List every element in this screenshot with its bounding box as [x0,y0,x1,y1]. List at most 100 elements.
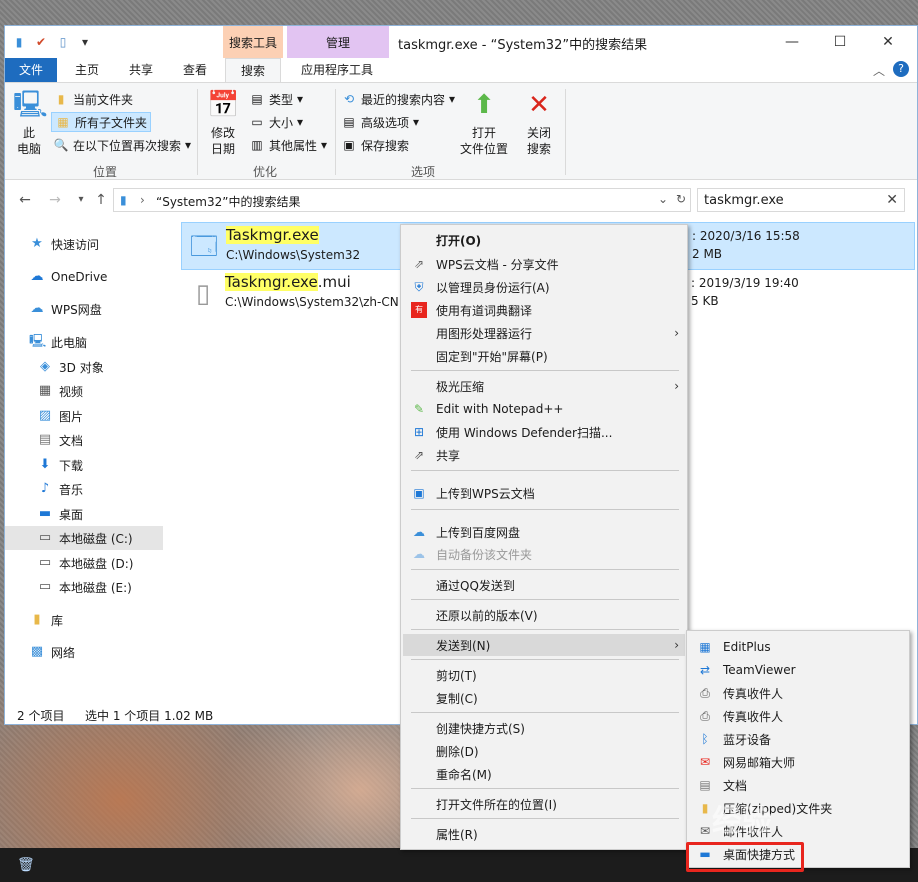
submenu-label: 蓝牙设备 [723,732,772,747]
nav-documents[interactable]: ▤ 文档 [37,428,83,452]
menu-rename[interactable]: 重命名(M) [403,763,685,785]
menu-share[interactable]: ⇗ 共享 [403,444,685,466]
kind-button[interactable]: ▤ 类型 ▾ [249,89,303,109]
menu-defender-scan[interactable]: ⊞ 使用 Windows Defender扫描... [403,421,685,443]
menu-wps-share[interactable]: ⇗ WPS云文档 - 分享文件 [403,253,685,275]
menu-send-qq[interactable]: 通过QQ发送到 [403,574,685,596]
nav-this-pc[interactable]: 🖳 此电脑 [29,330,87,354]
menu-auto-backup[interactable]: ☁ 自动备份该文件夹 [403,543,685,565]
nav-videos[interactable]: ▦ 视频 [37,379,83,403]
menu-youdao-translate[interactable]: 有使用有道词典翻译 [403,299,685,321]
menu-pin-start[interactable]: 固定到"开始"屏幕(P) [403,345,685,367]
menu-label: Edit with Notepad++ [436,402,564,416]
forward-arrow-icon[interactable]: → [47,192,63,208]
nav-desktop[interactable]: ▬ 桌面 [37,502,83,526]
properties-icon[interactable]: ✔ [33,34,49,50]
nav-3d-objects[interactable]: ◈ 3D 对象 [37,355,104,379]
clear-search-icon[interactable]: ✕ [886,192,898,208]
other-properties-button[interactable]: ▥ 其他属性 ▾ [249,135,327,155]
tab-search[interactable]: 搜索 [225,58,281,82]
nav-disk-d[interactable]: ▭ 本地磁盘 (D:) [37,551,134,575]
selection-info: 选中 1 个项目 1.02 MB [85,709,214,723]
recent-searches-button[interactable]: ⟲ 最近的搜索内容 ▾ [341,89,455,109]
nav-network[interactable]: ▩ 网络 [29,640,75,664]
file-date: : 2020/3/16 15:58 [692,229,800,243]
advanced-options-icon: ▤ [343,115,355,129]
date-modified-button[interactable]: 📅 修改 日期 [203,89,243,157]
sendto-fax-2[interactable]: ⎙ 传真收件人 [689,705,907,727]
open-file-location-button[interactable]: ⬆ 打开 文件位置 [457,89,511,157]
address-bar[interactable]: ▮ › “System32”中的搜索结果 ⌄ ↻ [113,188,691,212]
back-arrow-icon[interactable]: ← [17,192,33,208]
menu-upload-baidu[interactable]: ☁ 上传到百度网盘 [403,521,685,543]
new-folder-icon[interactable]: ▯ [55,34,71,50]
close-search-button[interactable]: ✕ 关闭 搜索 [519,89,559,157]
sendto-teamviewer[interactable]: ⇄ TeamViewer [689,659,907,681]
nav-downloads[interactable]: ⬇ 下载 [37,453,83,477]
date-modified-label-2: 日期 [210,142,235,156]
file-name-rest: .mui [317,273,351,291]
search-again-button[interactable]: 🔍 在以下位置再次搜索 ▾ [53,135,192,155]
current-folder-button[interactable]: ▮ 当前文件夹 [53,89,133,109]
nav-label: 此电脑 [51,335,88,350]
title-bar: ▮ ✔ ▯ ▾ 搜索工具 管理 taskmgr.exe - “System32”… [5,26,917,58]
up-arrow-icon[interactable]: ↑ [93,192,109,208]
nav-label: 图片 [59,409,84,424]
sendto-fax-1[interactable]: ⎙ 传真收件人 [689,682,907,704]
nav-quick-access[interactable]: ★ 快速访问 [29,232,99,256]
menu-open[interactable]: 打开(O) [403,229,685,251]
menu-run-as-admin[interactable]: ⛨ 以管理员身份运行(A) [403,276,685,298]
menu-copy[interactable]: 复制(C) [403,687,685,709]
sendto-mail-master[interactable]: ✉ 网易邮箱大师 [689,751,907,773]
help-icon[interactable]: ? [893,61,909,77]
menu-upload-wps[interactable]: ▣ 上传到WPS云文档 [403,482,685,504]
minimize-button[interactable]: — [769,26,815,58]
nav-disk-e[interactable]: ▭ 本地磁盘 (E:) [37,575,132,599]
advanced-options-button[interactable]: ▤ 高级选项 ▾ [341,112,419,132]
recent-locations-icon[interactable]: ▾ [73,192,89,208]
sendto-editplus[interactable]: ▦ EditPlus [689,636,907,658]
dropdown-arrow-icon: ▾ [185,138,192,152]
menu-properties[interactable]: 属性(R) [403,823,685,845]
maximize-button[interactable]: ☐ [817,26,863,58]
group-options-label: 选项 [410,165,435,179]
nav-pictures[interactable]: ▨ 图片 [37,404,83,428]
tab-file[interactable]: 文件 [5,58,57,82]
menu-restore-versions[interactable]: 还原以前的版本(V) [403,604,685,626]
menu-open-location[interactable]: 打开文件所在的位置(I) [403,793,685,815]
all-subfolders-button[interactable]: ▦ 所有子文件夹 [51,112,152,132]
tab-share[interactable]: 共享 [115,58,167,82]
this-pc-button[interactable]: 🖳 此 电脑 [11,89,48,157]
menu-create-shortcut[interactable]: 创建快捷方式(S) [403,717,685,739]
menu-delete[interactable]: 删除(D) [403,740,685,762]
menu-jiguang[interactable]: 极光压缩 › [403,375,685,397]
size-button[interactable]: ▭ 大小 ▾ [249,112,303,132]
address-dropdown-icon[interactable]: ⌄ [658,192,668,206]
menu-run-gpu[interactable]: 用图形处理器运行 › [403,322,685,344]
tab-home[interactable]: 主页 [61,58,113,82]
nav-label: 音乐 [59,482,84,497]
close-button[interactable]: ✕ [865,26,911,58]
search-input[interactable]: taskmgr.exe ✕ [697,188,905,212]
tab-app-tools[interactable]: 应用程序工具 [289,58,385,82]
nav-wps[interactable]: ☁ WPS网盘 [29,297,102,321]
save-search-button[interactable]: ▣ 保存搜索 [341,135,409,155]
nav-libraries[interactable]: ▮ 库 [29,608,63,632]
collapse-ribbon-icon[interactable]: ︿ [873,62,885,79]
tab-view[interactable]: 查看 [169,58,221,82]
nav-onedrive[interactable]: ☁ OneDrive [29,265,108,289]
watermark: 经验 [712,804,772,839]
refresh-icon[interactable]: ↻ [676,192,686,206]
menu-separator [411,818,679,819]
sendto-documents[interactable]: ▤ 文档 [689,774,907,796]
sendto-bluetooth[interactable]: ᛒ 蓝牙设备 [689,728,907,750]
menu-notepadpp[interactable]: ✎ Edit with Notepad++ [403,398,685,420]
nav-disk-c[interactable]: ▭ 本地磁盘 (C:) [5,526,163,550]
menu-cut[interactable]: 剪切(T) [403,664,685,686]
menu-separator [411,712,679,713]
recycle-bin-icon[interactable]: 🗑 [17,857,35,873]
menu-send-to[interactable]: 发送到(N) › [403,634,685,656]
cloud-icon: ☁ [30,269,44,284]
nav-music[interactable]: ♪ 音乐 [37,477,83,501]
qat-dropdown-icon[interactable]: ▾ [77,34,93,50]
